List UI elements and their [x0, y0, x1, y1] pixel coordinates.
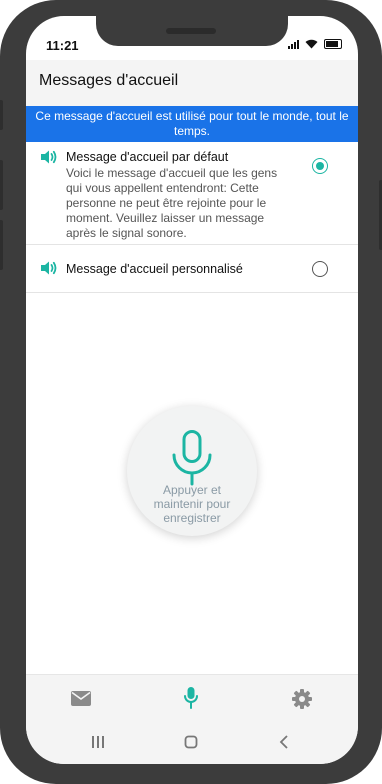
home-icon[interactable]: [184, 735, 198, 749]
record-instruction: Appuyer et maintenir pour enregistrer: [153, 483, 231, 525]
microphone-icon[interactable]: [184, 687, 198, 709]
greeting-option-default[interactable]: Message d'accueil par défaut Voici le me…: [26, 142, 358, 245]
bottom-tab-bar: [26, 674, 358, 723]
gear-icon[interactable]: [292, 689, 312, 709]
phone-side-button: [0, 220, 3, 270]
radio-button-unselected[interactable]: [312, 261, 328, 277]
recent-apps-icon[interactable]: [91, 735, 105, 749]
info-banner: Ce message d'accueil est utilisé pour to…: [26, 106, 358, 142]
record-button[interactable]: Appuyer et maintenir pour enregistrer: [127, 406, 257, 536]
microphone-icon: [172, 430, 212, 486]
phone-notch: [96, 16, 288, 46]
status-time: 11:21: [46, 38, 79, 53]
option-description: Voici le message d'accueil que les gens …: [66, 166, 278, 240]
phone-side-button: [0, 160, 3, 210]
envelope-icon[interactable]: [71, 691, 91, 706]
status-icons: [288, 39, 342, 49]
option-title: Message d'accueil par défaut: [66, 150, 229, 164]
phone-side-button: [0, 100, 3, 130]
back-icon[interactable]: [279, 735, 289, 749]
signal-icon: [288, 40, 299, 49]
radio-button-selected[interactable]: [312, 158, 328, 174]
wifi-icon: [305, 39, 318, 49]
phone-screen: 11:21 Messages d'accueil Ce message d'ac…: [26, 16, 358, 764]
speaker-volume-icon: [41, 150, 57, 164]
speaker-grille: [166, 28, 216, 34]
speaker-volume-icon: [41, 261, 57, 275]
battery-icon: [324, 39, 342, 49]
page-title: Messages d'accueil: [39, 72, 179, 89]
system-navigation-bar: [26, 722, 358, 764]
option-title: Message d'accueil personnalisé: [66, 262, 243, 276]
app-header: Messages d'accueil: [26, 60, 358, 106]
greeting-option-custom[interactable]: Message d'accueil personnalisé: [26, 244, 358, 293]
